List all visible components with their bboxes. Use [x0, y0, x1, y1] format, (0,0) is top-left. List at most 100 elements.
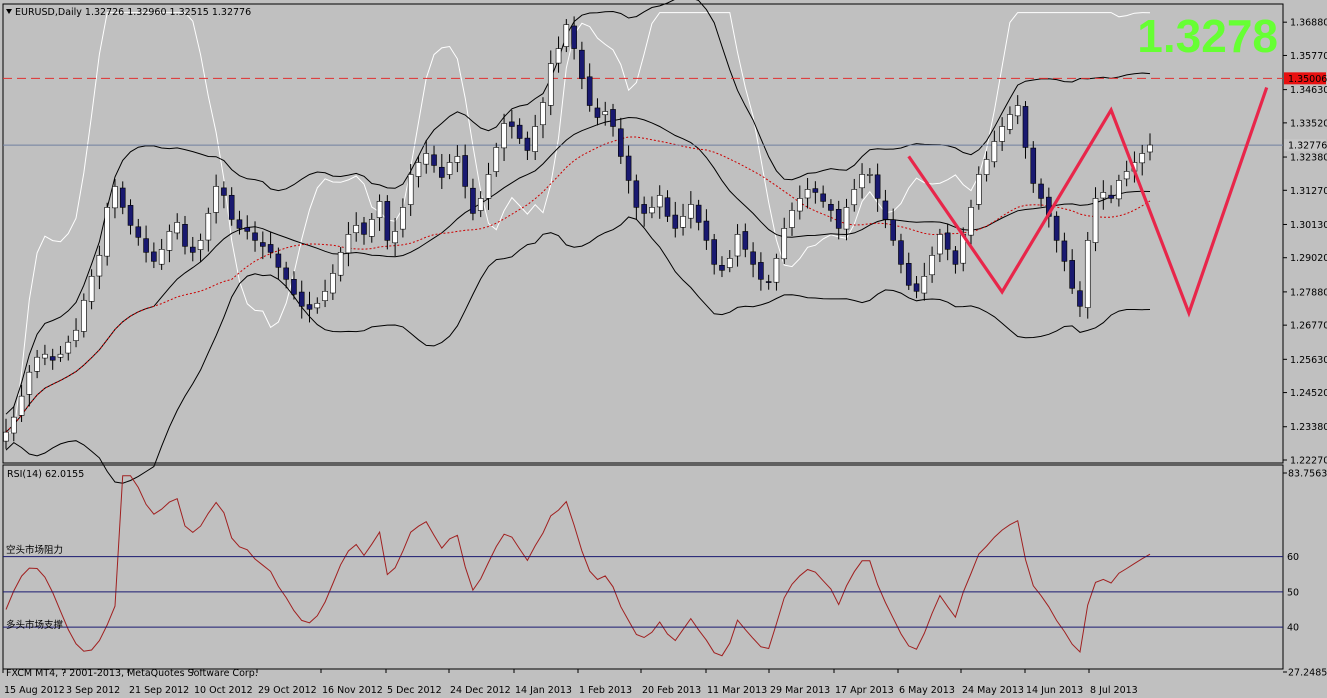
bull-candle	[73, 329, 79, 341]
bull-candle	[991, 141, 998, 163]
bull-candle	[975, 174, 982, 205]
bull-candle	[688, 204, 694, 219]
bear-candle	[711, 239, 717, 265]
bull-candle	[796, 198, 803, 212]
bear-candle	[944, 232, 951, 250]
bull-candle	[166, 231, 173, 251]
bear-candle	[236, 219, 243, 229]
bear-candle	[1022, 106, 1029, 148]
bull-candle	[400, 207, 406, 230]
rsi-level-40-note: 多头市场支撑	[6, 619, 64, 631]
bull-candle	[734, 234, 741, 257]
bull-candle	[547, 63, 554, 106]
bear-candle	[898, 240, 904, 265]
time-axis-label: 29 Oct 2012	[258, 685, 317, 696]
bear-candle	[812, 188, 819, 193]
price-axis-label: 1.35770	[1290, 51, 1327, 62]
bull-candle	[18, 395, 25, 416]
bear-candle	[672, 214, 679, 229]
price-axis-label: 1.31270	[1290, 186, 1327, 197]
time-axis-label: 6 May 2013	[899, 685, 955, 696]
bull-candle	[337, 252, 344, 276]
bull-candle	[649, 207, 655, 214]
rsi-title: RSI(14) 62.0155	[7, 469, 84, 480]
bull-candle	[353, 225, 360, 234]
bear-candle	[905, 263, 912, 286]
bear-candle	[913, 283, 920, 292]
bull-candle	[1084, 240, 1091, 308]
bear-candle	[742, 231, 749, 250]
bull-candle	[213, 186, 219, 213]
bear-candle	[221, 187, 227, 196]
bull-candle	[10, 416, 17, 434]
bull-candle	[781, 228, 788, 260]
bull-candle	[1100, 192, 1107, 199]
bull-candle	[392, 231, 398, 244]
axes: 1.36880 1.35770 1.34630 1.33520 1.32380 1.312…	[2, 18, 1327, 696]
bear-candle	[462, 155, 468, 187]
time-axis-label: 8 Jul 2013	[1090, 685, 1138, 696]
chart-canvas: 1.36880 1.35770 1.34630 1.33520 1.32380 1.312…	[2, 0, 1327, 696]
price-axis-label: 1.26770	[1290, 321, 1327, 332]
price-axis-label: 1.30130	[1290, 220, 1327, 231]
rsi-level-label: 40	[1287, 623, 1299, 634]
bear-candle	[586, 76, 593, 106]
bear-candle	[470, 187, 476, 214]
bull-candle	[1139, 153, 1146, 164]
bear-candle	[618, 128, 624, 157]
bear-candle	[260, 242, 266, 247]
bear-candle	[384, 201, 391, 241]
bear-candle	[516, 124, 523, 139]
bear-candle	[641, 204, 647, 214]
bear-candle	[890, 219, 896, 241]
bear-candle	[1077, 290, 1083, 307]
bull-candle	[602, 111, 609, 116]
bear-candle	[1053, 215, 1060, 241]
bull-candle	[859, 174, 865, 189]
bear-candle	[49, 356, 56, 361]
bear-candle	[275, 253, 282, 268]
bear-candle	[1061, 240, 1068, 262]
price-axis-label: 1.24520	[1290, 388, 1327, 399]
bear-candle	[509, 121, 515, 127]
bull-candle	[983, 159, 990, 175]
bear-candle	[1038, 183, 1044, 199]
bear-candle	[758, 262, 764, 280]
bull-candle	[999, 126, 1005, 142]
price-axis-label: 1.22270	[1290, 456, 1327, 467]
bear-candle	[835, 208, 842, 229]
rsi-pane	[3, 475, 1283, 657]
bear-candle	[189, 246, 196, 253]
bear-candle	[695, 204, 702, 223]
bull-candle	[1014, 105, 1021, 117]
bull-candle	[1123, 171, 1130, 180]
bull-candle	[454, 156, 461, 163]
bear-candle	[361, 222, 367, 235]
rsi-level-60-note: 空头市场阻力	[6, 544, 63, 556]
time-axis-label: 29 Mar 2013	[770, 685, 830, 696]
bear-candle	[291, 278, 297, 295]
price-axis-label: 1.33520	[1290, 118, 1327, 129]
price-pane	[3, 0, 1283, 484]
price-axis-label: 1.36880	[1290, 18, 1327, 29]
bull-candle	[1147, 144, 1153, 153]
time-axis-label: 10 Oct 2012	[194, 685, 253, 696]
bear-candle	[119, 187, 126, 208]
triangle-down-icon[interactable]	[6, 9, 12, 14]
bull-candle	[88, 276, 95, 302]
bear-candle	[1069, 260, 1075, 289]
bear-candle	[1030, 147, 1037, 184]
price-pane-frame	[2, 3, 1284, 464]
bull-candle	[485, 174, 492, 199]
bull-candle	[1092, 198, 1099, 243]
bear-candle	[267, 244, 274, 253]
copyright-footer: FXCM MT4, ? 2001-2013, MetaQuotes Softwa…	[6, 668, 258, 679]
bull-candle	[112, 186, 118, 209]
current-price-marker-label: 1.32776	[1288, 141, 1327, 152]
resistance-price-marker-label: 1.35006	[1288, 74, 1327, 85]
bear-candle	[579, 49, 585, 79]
time-axis-label: 21 Sep 2012	[129, 685, 189, 696]
bear-candle	[143, 238, 149, 253]
rsi-level-label: 60	[1287, 552, 1299, 563]
bull-candle	[96, 255, 103, 277]
